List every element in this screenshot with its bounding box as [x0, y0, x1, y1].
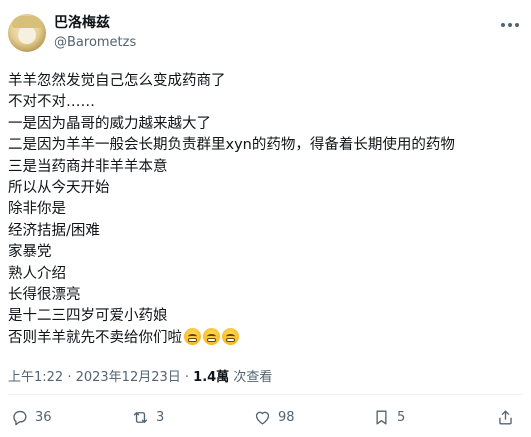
share-icon	[499, 409, 512, 425]
post-line: 二是因为羊羊一般会长期负责群里xyn的药物，得备着长期使用的药物	[8, 137, 455, 154]
divider	[8, 394, 523, 395]
tired-face-emoji	[222, 327, 239, 345]
reply-count: 36	[35, 409, 52, 425]
avatar[interactable]	[8, 14, 46, 52]
post-line: 经济拮据/困难	[8, 222, 100, 239]
post-line: 熟人介绍	[8, 265, 66, 282]
display-name[interactable]: 巴洛梅兹	[54, 14, 110, 32]
post-line: 一是因为晶哥的威力越来越大了	[8, 115, 211, 132]
heart-icon	[255, 411, 270, 425]
view-label: 次查看	[229, 370, 273, 385]
like-count: 98	[278, 409, 295, 425]
bookmark-count: 5	[397, 409, 406, 425]
bookmark-icon	[376, 409, 387, 425]
bookmark-button[interactable]: 5	[372, 405, 405, 429]
more-options-icon[interactable]	[501, 20, 521, 30]
tired-face-emoji	[203, 327, 220, 345]
user-handle[interactable]: @Barometzs	[54, 35, 136, 51]
post-line: 长得很漂亮	[8, 286, 81, 303]
action-bar: 36 3 98 5	[0, 405, 531, 429]
share-button[interactable]	[496, 405, 515, 429]
view-count: 1.4萬	[193, 370, 230, 385]
repost-count: 3	[156, 409, 165, 425]
post-text: 羊羊忽然发觉自己怎么变成药商了 不对不对…… 一是因为晶哥的威力越来越大了 二是…	[8, 71, 523, 349]
reply-icon	[13, 410, 27, 425]
post-line: 除非你是	[8, 201, 66, 218]
post-meta: 上午1:22 · 2023年12月23日 · 1.4萬 次查看	[8, 366, 272, 385]
post-line: 不对不对……	[8, 94, 95, 111]
post-line: 所以从今天开始	[8, 179, 110, 196]
tired-face-emoji	[184, 327, 201, 345]
post-line-last: 否则羊羊就先不卖给你们啦	[8, 327, 523, 349]
post-line: 是十二三四岁可爱小药娘	[8, 308, 168, 325]
post-timestamp[interactable]: 上午1:22 · 2023年12月23日 ·	[8, 370, 193, 385]
post-line: 家暴党	[8, 244, 52, 261]
post-line: 三是当药商并非羊羊本意	[8, 158, 168, 175]
like-button[interactable]: 98	[253, 405, 295, 429]
repost-button[interactable]: 3	[131, 405, 164, 429]
repost-icon	[133, 411, 148, 423]
post-header: 巴洛梅兹 @Barometzs	[0, 0, 531, 60]
reply-button[interactable]: 36	[10, 405, 52, 429]
post-line: 羊羊忽然发觉自己怎么变成药商了	[8, 73, 226, 89]
post-line-text: 否则羊羊就先不卖给你们啦	[8, 329, 182, 346]
